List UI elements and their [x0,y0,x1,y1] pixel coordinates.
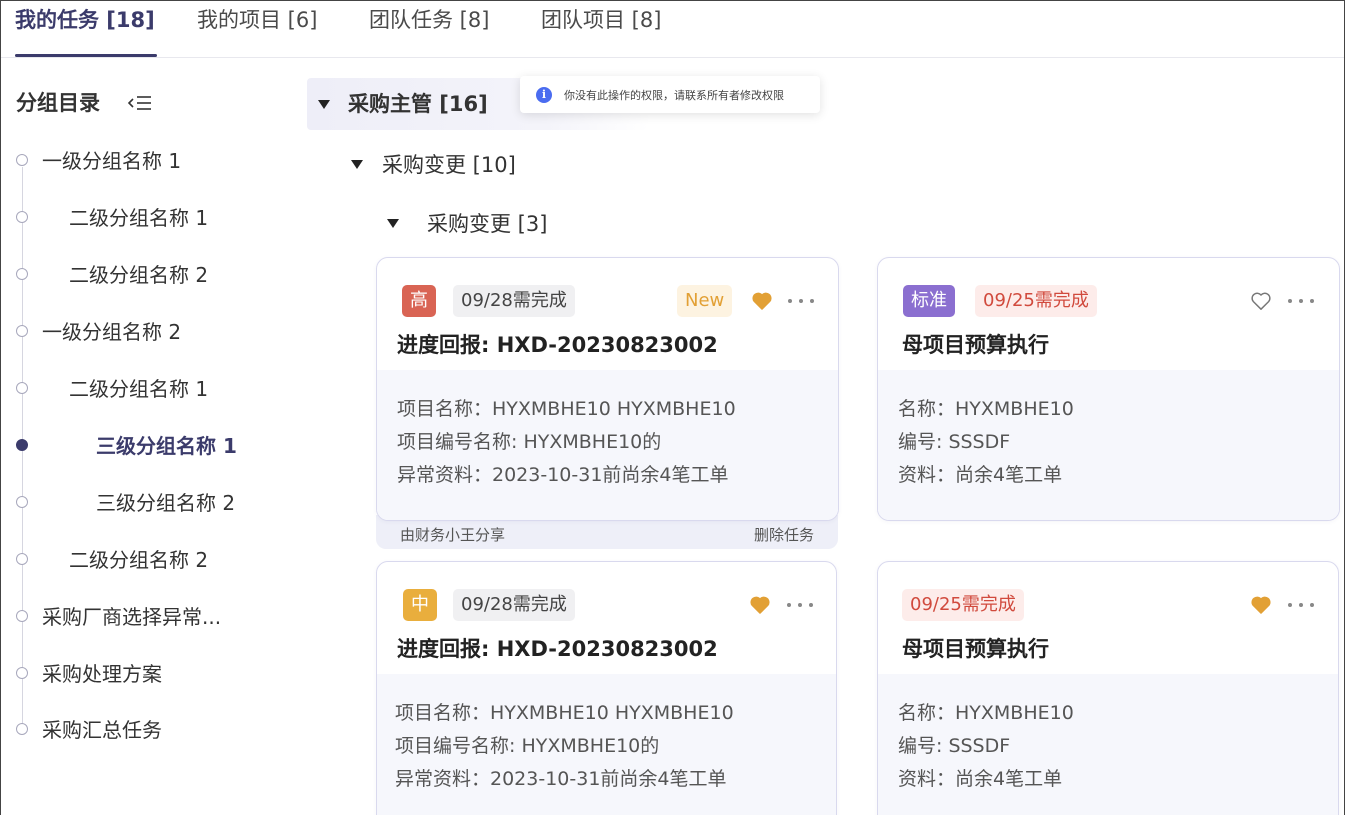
tree-node-dot [16,723,28,735]
group-label-level3: 采购变更 [3] [427,212,548,236]
sidebar-title: 分组目录 [16,91,100,115]
card-detail-line: 名称：HYXMBHE10 [898,398,1074,420]
due-date-badge: 09/25需完成 [902,589,1024,621]
card-detail-line: 资料：尚余4笔工单 [898,464,1063,486]
card-detail-line: 编号: SSSDF [898,735,1011,757]
card-title: 进度回报: HXD-20230823002 [397,637,718,661]
tree-node-dot [16,325,28,337]
tree-item-level3[interactable]: 三级分组名称 2 [96,489,235,517]
favorite-heart-icon[interactable] [749,595,771,615]
expand-caret-icon[interactable] [318,100,330,109]
toast-message: 你没有此操作的权限，请联系所有者修改权限 [564,88,784,102]
app-frame: 我的任务 [18] 我的项目 [6] 团队任务 [8] 团队项目 [8] 分组目… [0,0,1345,815]
tree-item-level1[interactable]: 一级分组名称 1 [42,147,181,175]
task-card[interactable]: 标准 09/25需完成 母项目预算执行 名称：HYXMBHE10 编号: SSS… [877,257,1340,521]
shared-by-text: 由财务小王分享 [400,526,506,544]
card-title: 母项目预算执行 [902,333,1049,357]
info-icon: i [536,86,552,103]
tree-item-level2[interactable]: 二级分组名称 1 [69,204,208,232]
tree-item-level1[interactable]: 采购汇总任务 [42,716,162,744]
tree-node-dot [16,211,28,223]
tab-my-projects[interactable]: 我的项目 [6] [197,7,317,33]
tree-node-dot [16,553,28,565]
tree-item-level1[interactable]: 采购处理方案 [42,660,162,688]
tab-my-tasks[interactable]: 我的任务 [18] [15,7,155,33]
card-title: 进度回报: HXD-20230823002 [397,333,718,357]
permission-toast: i 你没有此操作的权限，请联系所有者修改权限 [520,76,820,113]
more-options-icon[interactable] [787,595,813,615]
card-detail-line: 项目编号名称: HYXMBHE10的 [397,431,662,453]
due-date-badge: 09/28需完成 [453,285,575,317]
card-detail-line: 项目编号名称: HYXMBHE10的 [395,735,660,757]
tree-node-dot [16,382,28,394]
tree-item-level2[interactable]: 二级分组名称 2 [69,546,208,574]
tree-node-dot [16,667,28,679]
favorite-heart-icon[interactable] [1250,595,1272,615]
tree-item-level3-active[interactable]: 三级分组名称 1 [96,432,237,460]
tab-bar: 我的任务 [18] 我的项目 [6] 团队任务 [8] 团队项目 [8] [1,1,1344,58]
more-options-icon[interactable] [1288,595,1314,615]
expand-caret-icon[interactable] [387,219,399,228]
tree-node-dot [16,154,28,166]
tree-node-dot [16,268,28,280]
due-date-badge: 09/25需完成 [975,285,1097,317]
tree-node-dot-active [16,439,28,451]
card-detail-line: 项目名称：HYXMBHE10 HYXMBHE10 [395,702,734,724]
priority-badge: 中 [403,589,437,621]
priority-badge: 高 [402,285,436,317]
tree-node-dot [16,610,28,622]
tab-team-tasks[interactable]: 团队任务 [8] [369,7,489,33]
active-tab-indicator [15,54,157,57]
card-detail-line: 资料：尚余4笔工单 [898,768,1063,790]
more-options-icon[interactable] [1288,291,1314,311]
tree-item-level1[interactable]: 采购厂商选择异常... [42,603,221,631]
task-card[interactable]: 09/25需完成 母项目预算执行 名称：HYXMBHE10 编号: SSSDF … [877,561,1339,815]
tree-item-level2[interactable]: 二级分组名称 1 [69,375,208,403]
delete-task-link[interactable]: 删除任务 [754,525,814,545]
tree-item-level1[interactable]: 一级分组名称 2 [42,318,181,346]
due-date-badge: 09/28需完成 [453,589,575,621]
collapse-sidebar-icon[interactable] [127,89,153,117]
card-detail-line: 异常资料：2023-10-31前尚余4笔工单 [395,768,727,790]
task-card[interactable]: 中 09/28需完成 进度回报: HXD-20230823002 项目名称：HY… [376,561,837,815]
group-label-level1: 采购主管 [16] [348,92,488,116]
tree-item-level2[interactable]: 二级分组名称 2 [69,261,208,289]
card-detail-line: 异常资料：2023-10-31前尚余4笔工单 [397,464,729,486]
card-detail-line: 项目名称：HYXMBHE10 HYXMBHE10 [397,398,736,420]
expand-caret-icon[interactable] [351,160,363,169]
more-options-icon[interactable] [788,291,814,311]
favorite-heart-icon[interactable] [751,291,773,311]
card-detail-line: 编号: SSSDF [898,431,1011,453]
tree-node-dot [16,496,28,508]
new-badge: New [677,285,733,317]
priority-badge: 标准 [903,285,955,317]
tab-team-projects[interactable]: 团队项目 [8] [541,7,661,33]
task-card[interactable]: 高 09/28需完成 New 进度回报: HXD-20230823002 项目名… [376,257,839,521]
card-detail-line: 名称：HYXMBHE10 [898,702,1074,724]
card-title: 母项目预算执行 [902,637,1049,661]
group-label-level2: 采购变更 [10] [382,153,516,177]
favorite-heart-icon[interactable] [1250,291,1272,311]
